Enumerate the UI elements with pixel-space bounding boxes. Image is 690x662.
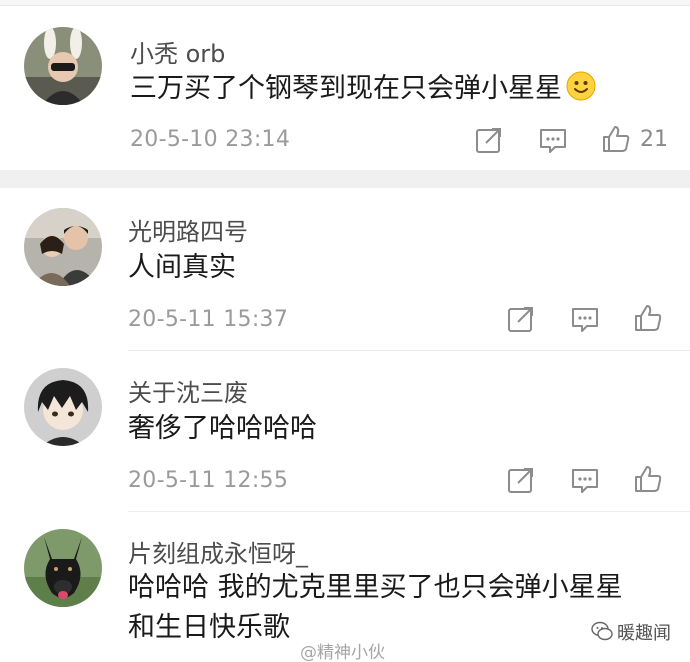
thumbs-up-icon[interactable]: [601, 124, 631, 154]
smiley-icon: [566, 71, 596, 101]
avatar[interactable]: [24, 368, 102, 446]
timestamp: 20-5-10 23:14: [130, 127, 291, 152]
username[interactable]: 片刻组成永恒呀_: [128, 534, 308, 569]
comment-item-3: 关于沈三废 奢侈了哈哈哈哈 20-5-11 12:55: [0, 351, 690, 511]
watermark: @精神小伙: [300, 643, 385, 662]
comment-item-2: 光明路四号 人间真实 20-5-11 15:37: [0, 188, 690, 350]
comment-item-1: 小秃 orb 三万买了个钢琴到现在只会弹小星星 20-5-10 23:14 21: [0, 0, 690, 170]
username[interactable]: 光明路四号: [128, 212, 248, 247]
comment-text-line-1: 哈哈哈 我的尤克里里买了也只会弹小星星: [128, 572, 623, 603]
timestamp: 20-5-11 12:55: [128, 468, 289, 493]
brand-name: 暖趣闻: [617, 623, 671, 644]
avatar[interactable]: [24, 208, 102, 286]
share-icon[interactable]: [506, 465, 536, 495]
comment-text-line-2: 和生日快乐歌: [128, 612, 290, 643]
share-icon[interactable]: [506, 304, 536, 334]
comment-icon[interactable]: [570, 466, 600, 496]
wechat-icon: [591, 621, 613, 641]
timestamp: 20-5-11 15:37: [128, 307, 289, 332]
comment-text-body: 三万买了个钢琴到现在只会弹小星星: [130, 73, 562, 104]
section-divider: [0, 170, 690, 188]
thumbs-up-icon[interactable]: [633, 464, 663, 494]
comment-text: 三万买了个钢琴到现在只会弹小星星: [130, 67, 596, 111]
comment-text: 人间真实: [128, 252, 236, 283]
avatar[interactable]: [24, 529, 102, 607]
like-count: 21: [640, 127, 668, 152]
username[interactable]: 关于沈三废: [128, 373, 248, 408]
thumbs-up-icon[interactable]: [633, 303, 663, 333]
comment-text: 奢侈了哈哈哈哈: [128, 413, 317, 444]
share-icon[interactable]: [474, 125, 504, 155]
avatar[interactable]: [24, 27, 102, 105]
comment-icon[interactable]: [570, 305, 600, 335]
username[interactable]: 小秃 orb: [130, 34, 225, 69]
comment-icon[interactable]: [538, 126, 568, 156]
